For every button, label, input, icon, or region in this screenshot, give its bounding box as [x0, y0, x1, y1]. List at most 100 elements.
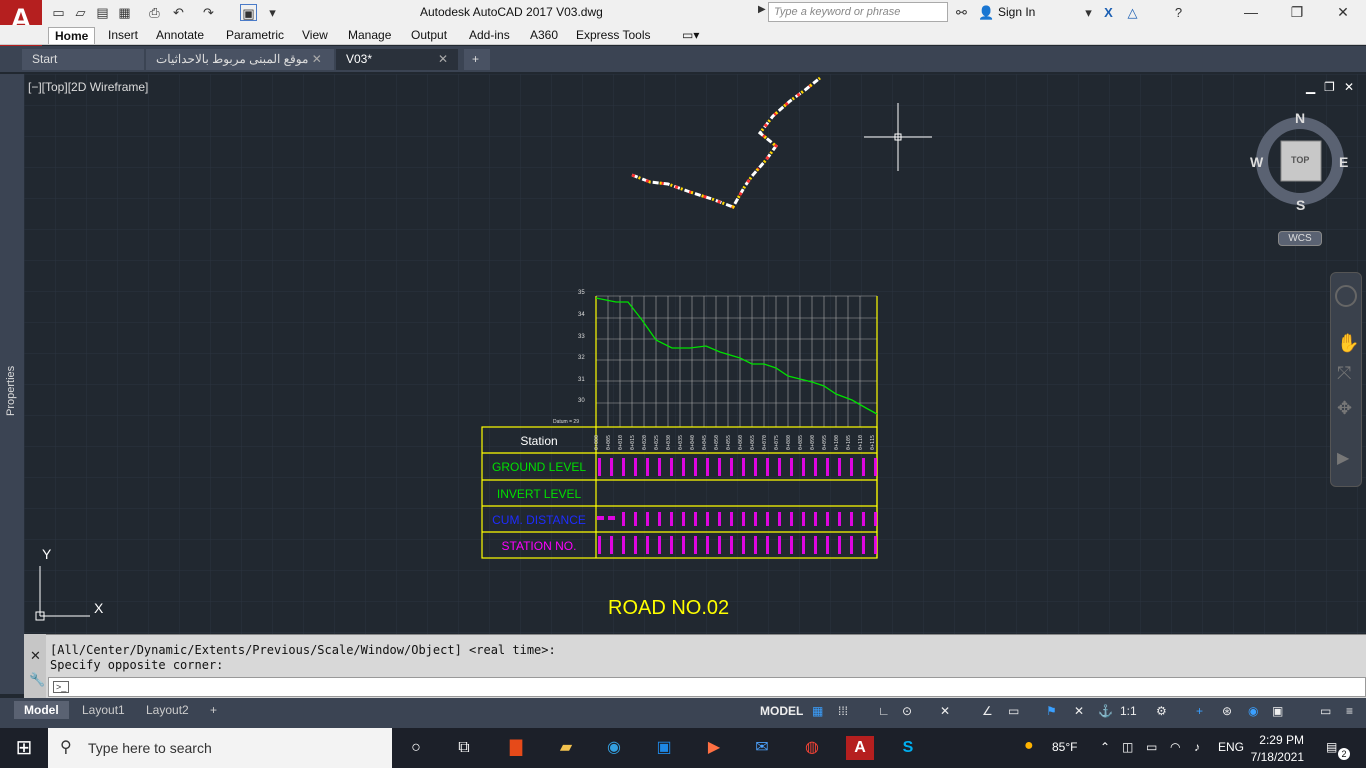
scale-selector[interactable]: 1:1	[1120, 704, 1137, 718]
viewport-restore-icon[interactable]: ❐	[1324, 80, 1335, 94]
polar-icon[interactable]: ⊙	[902, 704, 912, 718]
datum-label: Datum = 29	[553, 419, 579, 425]
ucs-y-label: Y	[42, 546, 52, 562]
tab-layout1[interactable]: Layout1	[72, 701, 135, 719]
model-space-toggle[interactable]: MODEL	[760, 704, 803, 718]
quick-properties-icon[interactable]: ▣	[1272, 704, 1283, 718]
auto-scale-icon[interactable]: ⚓	[1098, 704, 1113, 718]
compass-north[interactable]: N	[1295, 110, 1305, 126]
ucs-icon	[35, 566, 90, 621]
properties-label[interactable]: Properties	[5, 346, 17, 416]
mail-icon[interactable]: ✉	[748, 736, 776, 760]
row-label-invert-level: INVERT LEVEL	[496, 487, 582, 501]
command-prompt-icon: >_	[53, 681, 70, 693]
clock-date[interactable]: 7/18/2021	[1250, 750, 1304, 764]
svg-text:0+025: 0+025	[654, 435, 660, 450]
command-input[interactable]: >_	[48, 677, 1366, 697]
svg-text:0+105: 0+105	[846, 435, 852, 450]
annotation-scale-icon[interactable]: ⚑	[1046, 704, 1057, 718]
osnap-icon[interactable]: ∠	[982, 704, 993, 718]
ground-level-values	[598, 458, 877, 476]
office-icon[interactable]: ▇	[502, 736, 530, 760]
task-view-icon[interactable]: ⧉	[450, 736, 478, 760]
y-tick: 30	[578, 398, 585, 404]
skype-icon[interactable]: S	[894, 736, 922, 760]
camera-icon[interactable]: ◫	[1122, 740, 1133, 754]
viewport-controls[interactable]: [−][Top][2D Wireframe]	[28, 80, 148, 94]
command-history-line: Specify opposite corner:	[50, 658, 224, 672]
navigation-bar: ✋ ⤧ ✥ ▶	[1330, 272, 1362, 487]
file-explorer-icon[interactable]: ▰	[552, 736, 580, 760]
viewcube[interactable]: N S E W TOP	[1250, 110, 1350, 220]
plus-icon[interactable]: +	[1196, 704, 1203, 718]
notification-icon[interactable]: ▤	[1326, 740, 1337, 754]
media-app-icon[interactable]: ▶	[700, 736, 728, 760]
svg-text:0+045: 0+045	[702, 435, 708, 450]
close-command-icon[interactable]: ✕	[30, 648, 41, 664]
compass-south[interactable]: S	[1296, 197, 1305, 213]
svg-text:0+070: 0+070	[762, 435, 768, 450]
isodraft-icon[interactable]: ✕	[940, 704, 950, 718]
viewcube-top-face[interactable]: TOP	[1291, 155, 1309, 165]
customization-icon[interactable]: ≡	[1346, 704, 1353, 718]
ortho-icon[interactable]: ∟	[878, 704, 890, 718]
tab-model[interactable]: Model	[14, 701, 69, 719]
workspace-gear-icon[interactable]: ⚙	[1156, 704, 1167, 718]
svg-text:0+060: 0+060	[738, 435, 744, 450]
row-label-station-no: STATION NO.	[501, 539, 577, 553]
weather-temperature[interactable]: 85°F	[1052, 740, 1077, 754]
battery-icon[interactable]: ▭	[1146, 740, 1157, 754]
y-tick: 31	[578, 377, 585, 383]
taskbar-search-input[interactable]: ⚲ Type here to search	[48, 728, 392, 768]
viewport-minimize-icon[interactable]: ▁	[1306, 80, 1315, 94]
svg-text:0+050: 0+050	[714, 435, 720, 450]
wrench-icon[interactable]: 🔧	[29, 672, 45, 688]
volume-icon[interactable]: ♪	[1194, 740, 1200, 754]
ground-profile-line	[595, 297, 878, 415]
pan-icon[interactable]: ✋	[1337, 333, 1359, 354]
svg-text:0+085: 0+085	[798, 435, 804, 450]
y-tick: 33	[578, 334, 585, 340]
viewport-close-icon[interactable]: ✕	[1344, 80, 1354, 94]
language-indicator[interactable]: ENG	[1218, 740, 1244, 754]
svg-text:0+100: 0+100	[834, 435, 840, 450]
svg-text:0+080: 0+080	[786, 435, 792, 450]
paint-icon[interactable]: ◍	[798, 736, 826, 760]
station-labels: 0+000 0+005 0+010 0+015 0+020 0+025 0+030 0+…	[594, 435, 876, 450]
svg-text:0+030: 0+030	[666, 435, 672, 450]
showmotion-icon[interactable]: ▶	[1337, 448, 1349, 468]
calendar-app-icon[interactable]: ▣	[650, 736, 678, 760]
grid-icon[interactable]: ▦	[812, 704, 823, 718]
row-label-cum-distance: CUM. DISTANCE	[492, 513, 586, 527]
isolate-objects-icon[interactable]: ◉	[1248, 704, 1258, 718]
wifi-icon[interactable]: ◠	[1170, 740, 1180, 754]
svg-text:0+020: 0+020	[642, 435, 648, 450]
compass-east[interactable]: E	[1339, 154, 1348, 170]
crosshair-cursor	[864, 103, 932, 171]
cortana-icon[interactable]: ○	[402, 736, 430, 760]
windows-start-icon[interactable]: ⊞	[0, 728, 48, 768]
add-layout-button[interactable]: +	[200, 701, 227, 719]
autocad-taskbar-icon[interactable]: A	[846, 736, 874, 760]
clock-time[interactable]: 2:29 PM	[1258, 733, 1304, 747]
compass-west[interactable]: W	[1250, 154, 1263, 170]
edge-icon[interactable]: ◉	[600, 736, 628, 760]
y-tick: 34	[578, 312, 585, 318]
orbit-icon[interactable]: ✥	[1337, 398, 1352, 419]
annotation-visibility-icon[interactable]: ✕	[1074, 704, 1084, 718]
road-title: ROAD NO.02	[608, 597, 730, 619]
wcs-menu[interactable]: WCS	[1278, 231, 1322, 246]
command-window-handle[interactable]	[24, 634, 46, 698]
steering-wheel-icon[interactable]	[1335, 285, 1357, 307]
y-tick: 35	[578, 290, 585, 296]
zoom-extents-icon[interactable]: ⤧	[1337, 363, 1351, 384]
command-history-line: [All/Center/Dynamic/Extents/Previous/Sca…	[50, 643, 556, 657]
tray-chevron-icon[interactable]: ⌃	[1100, 740, 1110, 754]
clean-screen-icon[interactable]: ▭	[1320, 704, 1331, 718]
taskbar-search-placeholder: Type here to search	[88, 740, 212, 756]
hardware-acceleration-icon[interactable]: ⊛	[1222, 704, 1232, 718]
svg-text:0+095: 0+095	[822, 435, 828, 450]
tab-layout2[interactable]: Layout2	[136, 701, 199, 719]
snap-icon[interactable]: ⁞⁞⁞	[838, 704, 848, 718]
lineweight-icon[interactable]: ▭	[1008, 704, 1019, 718]
